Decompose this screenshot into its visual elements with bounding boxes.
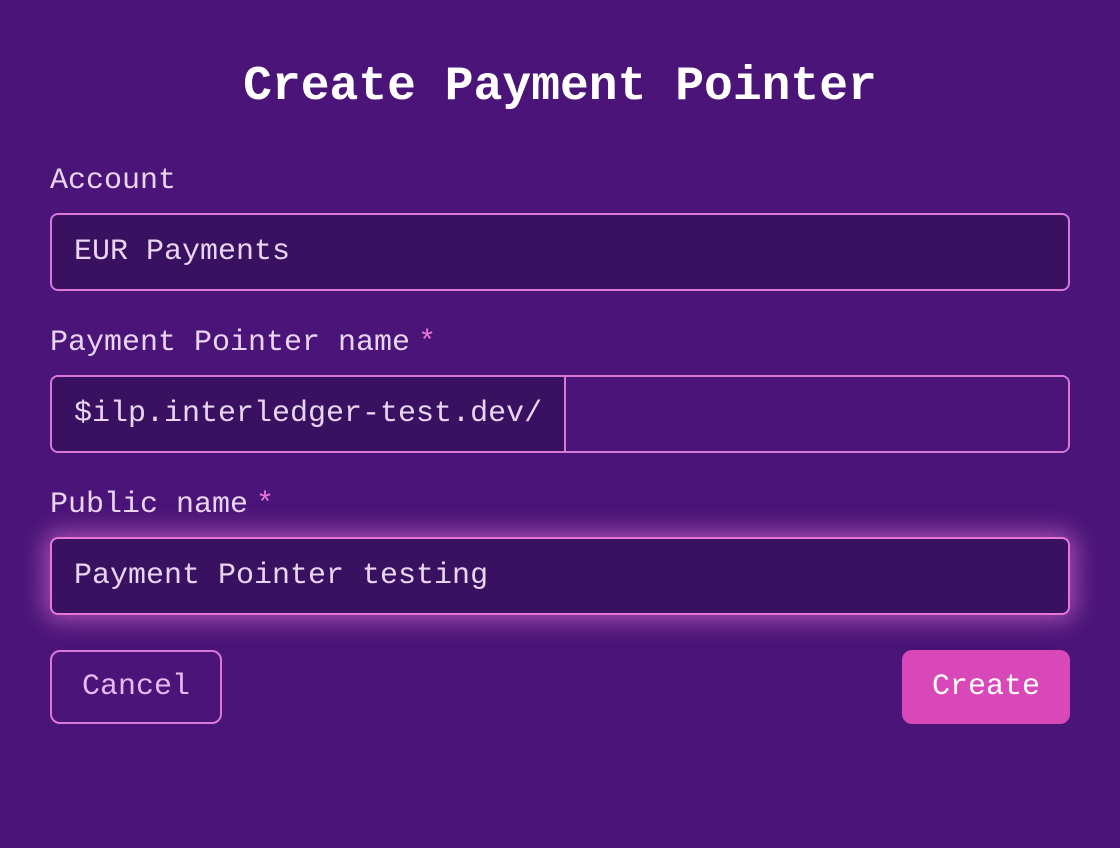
public-name-field-group: Public name* xyxy=(50,488,1070,615)
dialog-title: Create Payment Pointer xyxy=(50,60,1070,114)
required-indicator: * xyxy=(256,488,274,522)
public-name-label: Public name* xyxy=(50,488,1070,522)
account-input[interactable] xyxy=(50,213,1070,291)
cancel-button[interactable]: Cancel xyxy=(50,650,222,724)
button-row: Cancel Create xyxy=(50,650,1070,724)
pointer-name-field-group: Payment Pointer name* $ilp.interledger-t… xyxy=(50,326,1070,453)
account-field-group: Account xyxy=(50,164,1070,291)
pointer-name-label: Payment Pointer name* xyxy=(50,326,1070,360)
pointer-name-prefix: $ilp.interledger-test.dev/ xyxy=(52,377,566,451)
public-name-input[interactable] xyxy=(50,537,1070,615)
pointer-name-input-group: $ilp.interledger-test.dev/ xyxy=(50,375,1070,453)
pointer-name-input[interactable] xyxy=(566,377,1068,451)
create-button[interactable]: Create xyxy=(902,650,1070,724)
required-indicator: * xyxy=(418,326,436,360)
account-label: Account xyxy=(50,164,1070,198)
